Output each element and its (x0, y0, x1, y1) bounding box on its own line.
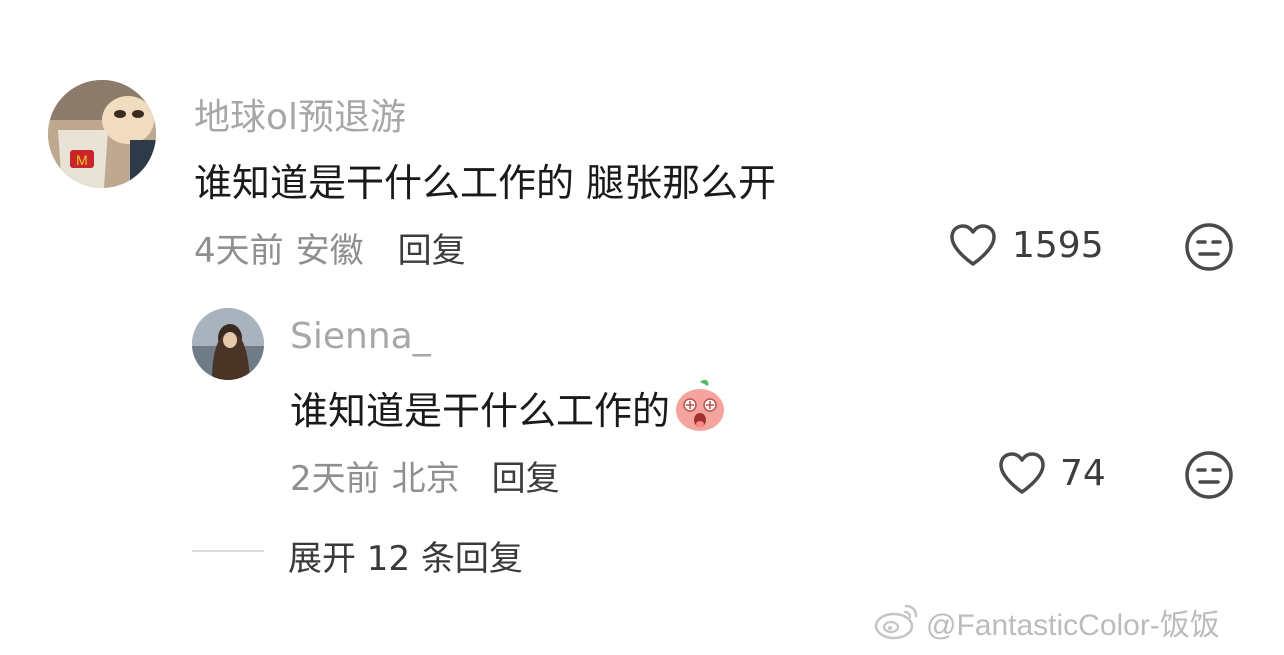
like-button[interactable] (948, 222, 998, 268)
reply-to-reply-button[interactable]: 回复 (492, 451, 560, 500)
reply-location: 北京 (391, 459, 460, 499)
neutral-face-icon (1184, 222, 1234, 272)
reply-like-button[interactable] (997, 450, 1047, 496)
avatar-replier[interactable] (192, 308, 264, 380)
avatar-commenter[interactable]: M (48, 80, 156, 188)
reply-text: 谁知道是干什么工作的 (290, 388, 671, 433)
heart-icon (948, 222, 998, 268)
expand-divider (192, 550, 264, 552)
commenter-username[interactable]: 地球ol预退游 (194, 88, 406, 140)
reply-button[interactable]: 回复 (398, 223, 466, 272)
comment-location: 安徽 (295, 231, 364, 271)
svg-text:M: M (76, 152, 88, 168)
emoji-surprised-peach-icon (674, 378, 726, 436)
comment-time: 4天前 (194, 231, 284, 271)
watermark-text: @FantasticColor-饭饭 (926, 609, 1220, 642)
dislike-button[interactable] (1184, 222, 1234, 272)
weibo-logo-icon (872, 600, 922, 644)
replier-username[interactable]: Sienna_ (290, 316, 431, 357)
reply-time: 2天前 (290, 459, 380, 499)
reply-dislike-button[interactable] (1184, 450, 1234, 500)
neutral-face-icon (1184, 450, 1234, 500)
heart-icon (997, 450, 1047, 496)
reply-like-count: 74 (1060, 453, 1106, 494)
expand-replies-button[interactable]: 展开 12 条回复 (288, 531, 523, 580)
like-count: 1595 (1012, 225, 1104, 266)
watermark: @FantasticColor-饭饭 (872, 600, 1220, 644)
comment-text: 谁知道是干什么工作的 腿张那么开 (194, 161, 777, 205)
